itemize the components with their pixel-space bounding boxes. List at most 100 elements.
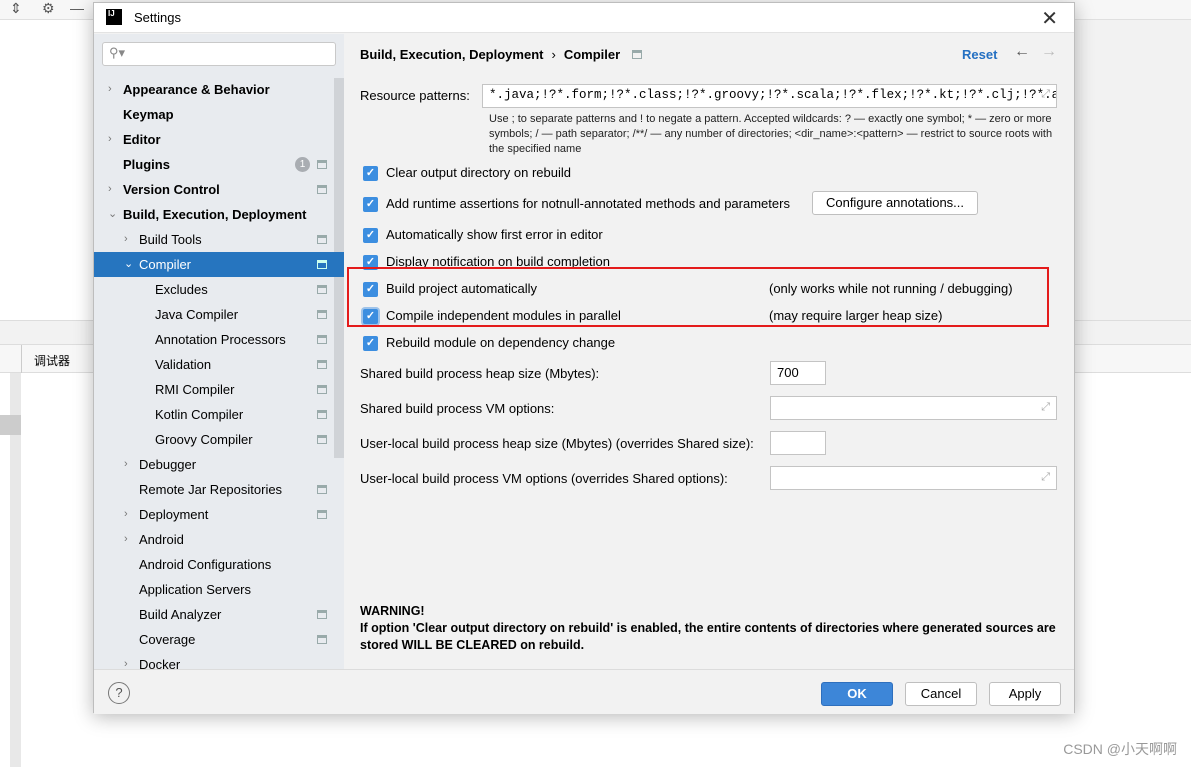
sidebar-item[interactable]: › Debugger [94,452,334,477]
sidebar-item[interactable]: › Version Control [94,177,334,202]
sidebar-item[interactable]: RMI Compiler [94,377,334,402]
chevron-right-icon[interactable]: › [108,177,112,202]
settings-search-input[interactable]: ⚲▾ [102,42,336,66]
sidebar-item[interactable]: ⌄ Compiler [94,252,344,277]
sidebar-item-label: Appearance & Behavior [123,82,270,97]
chevron-right-icon[interactable]: › [108,77,112,102]
sidebar-item[interactable]: Build Analyzer [94,602,334,627]
sidebar-item-label: Excludes [155,282,208,297]
chevron-right-icon[interactable]: › [124,227,128,252]
sidebar-item[interactable]: Android Configurations [94,552,334,577]
field-label: Shared build process VM options: [360,401,555,416]
ide-background-panel [1075,20,1191,320]
configure-annotations-button[interactable]: Configure annotations... [812,191,978,215]
sidebar-item-label: Kotlin Compiler [155,407,244,422]
sidebar-item-label: Annotation Processors [155,332,286,347]
sidebar-item[interactable]: Remote Jar Repositories [94,477,334,502]
chevron-right-icon[interactable]: › [124,502,128,527]
sidebar-item[interactable]: › Appearance & Behavior [94,77,334,102]
breadcrumb-item[interactable]: Build, Execution, Deployment [360,47,543,62]
help-button[interactable]: ? [108,682,130,704]
sidebar-item-label: Debugger [139,457,197,472]
sidebar-item[interactable]: Java Compiler [94,302,334,327]
project-settings-icon [317,335,327,344]
sidebar-item[interactable]: Application Servers [94,577,334,602]
reset-button[interactable]: Reset [962,47,997,62]
checkbox-label: Automatically show first error in editor [386,227,603,242]
checkbox-checked-icon[interactable]: ✓ [363,166,378,181]
expand-icon[interactable]: ⤢ [1041,401,1050,414]
sidebar-item[interactable]: Groovy Compiler [94,427,334,452]
sidebar-item[interactable]: Plugins 1 [94,152,334,177]
forward-arrow-icon[interactable]: → [1041,43,1057,61]
project-settings-icon [317,510,327,519]
expand-icon[interactable]: ⤢ [1041,89,1050,101]
chevron-right-icon[interactable]: › [124,652,128,669]
intellij-logo: IJ [106,9,122,25]
settings-sidebar: ⚲▾ › Appearance & Behavior Keymap › Editor Pl… [94,34,344,669]
sidebar-item[interactable]: ⌄ Build, Execution, Deployment [94,202,334,227]
project-settings-icon [317,435,327,444]
checkbox-checked-icon[interactable]: ✓ [363,336,378,351]
search-icon: ⚲▾ [109,45,126,60]
resource-patterns-input[interactable]: *.java;!?*.form;!?*.class;!?*.groovy;!?*… [482,84,1057,108]
project-settings-icon [632,50,643,59]
sidebar-item[interactable]: Coverage [94,627,334,652]
settings-content: Build, Execution, Deployment › Compiler Re… [344,34,1074,669]
sidebar-item[interactable]: Validation [94,352,334,377]
field-label: User-local build process VM options (ove… [360,471,728,486]
sidebar-item-label: Plugins [123,157,170,172]
sidebar-item[interactable]: Excludes [94,277,334,302]
project-settings-icon [317,310,327,319]
field-label: Shared build process heap size (Mbytes): [360,366,600,381]
chevron-right-icon[interactable]: › [124,452,128,477]
sidebar-item[interactable]: Keymap [94,102,334,127]
sidebar-item-label: Build Analyzer [139,607,222,622]
checkbox-checked-icon[interactable]: ✓ [363,197,378,212]
breadcrumb-separator: › [551,47,556,62]
ok-button[interactable]: OK [821,682,893,706]
resource-patterns-help: Use ; to separate patterns and ! to nega… [489,113,1053,155]
sidebar-item-label: Keymap [123,107,174,122]
shared-vm-options-input[interactable]: ⤢ [770,396,1057,420]
checkbox-checked-icon[interactable]: ✓ [363,228,378,243]
title-bar: IJ Settings ✕ [94,3,1074,33]
sidebar-item[interactable]: › Build Tools [94,227,334,252]
sidebar-item-label: Android Configurations [139,557,272,572]
apply-button[interactable]: Apply [989,682,1061,706]
warning-title: WARNING! [360,604,425,618]
back-arrow-icon[interactable]: ← [1014,43,1030,61]
sidebar-item-label: Groovy Compiler [155,432,253,447]
expand-icon[interactable]: ⤢ [1041,471,1050,484]
chevron-down-icon[interactable]: ⌄ [108,202,117,227]
collapse-icon[interactable]: ⇕ [10,0,22,17]
gear-icon[interactable]: ⚙ [42,0,55,17]
chevron-right-icon[interactable]: › [108,127,112,152]
user-vm-options-input[interactable]: ⤢ [770,466,1057,490]
sidebar-item-label: Build Tools [139,232,202,247]
field-value: 700 [777,365,799,380]
chevron-right-icon[interactable]: › [124,527,128,552]
watermark: CSDN @小天啊啊 [1063,741,1177,757]
sidebar-item[interactable]: › Android [94,527,334,552]
project-settings-icon [317,385,327,394]
chevron-down-icon[interactable]: ⌄ [124,252,133,277]
sidebar-item[interactable]: › Editor [94,127,334,152]
user-heap-size-input[interactable] [770,431,826,455]
project-settings-icon [317,610,327,619]
sidebar-item[interactable]: › Deployment [94,502,334,527]
field-label: User-local build process heap size (Mbyt… [360,436,754,451]
cancel-button[interactable]: Cancel [905,682,977,706]
tab-debugger[interactable]: 调试器 [34,352,70,369]
shared-heap-size-input[interactable]: 700 [770,361,826,385]
ide-gutter-selection [0,415,21,435]
sidebar-item[interactable]: Kotlin Compiler [94,402,334,427]
close-icon[interactable]: ✕ [1041,6,1058,31]
project-settings-icon [317,160,327,169]
project-settings-icon [317,360,327,369]
checkbox-label: Add runtime assertions for notnull-annot… [386,196,790,211]
minimize-icon[interactable]: — [70,0,84,16]
sidebar-item[interactable]: › Docker [94,652,334,669]
update-count-badge: 1 [295,157,310,172]
sidebar-item[interactable]: Annotation Processors [94,327,334,352]
